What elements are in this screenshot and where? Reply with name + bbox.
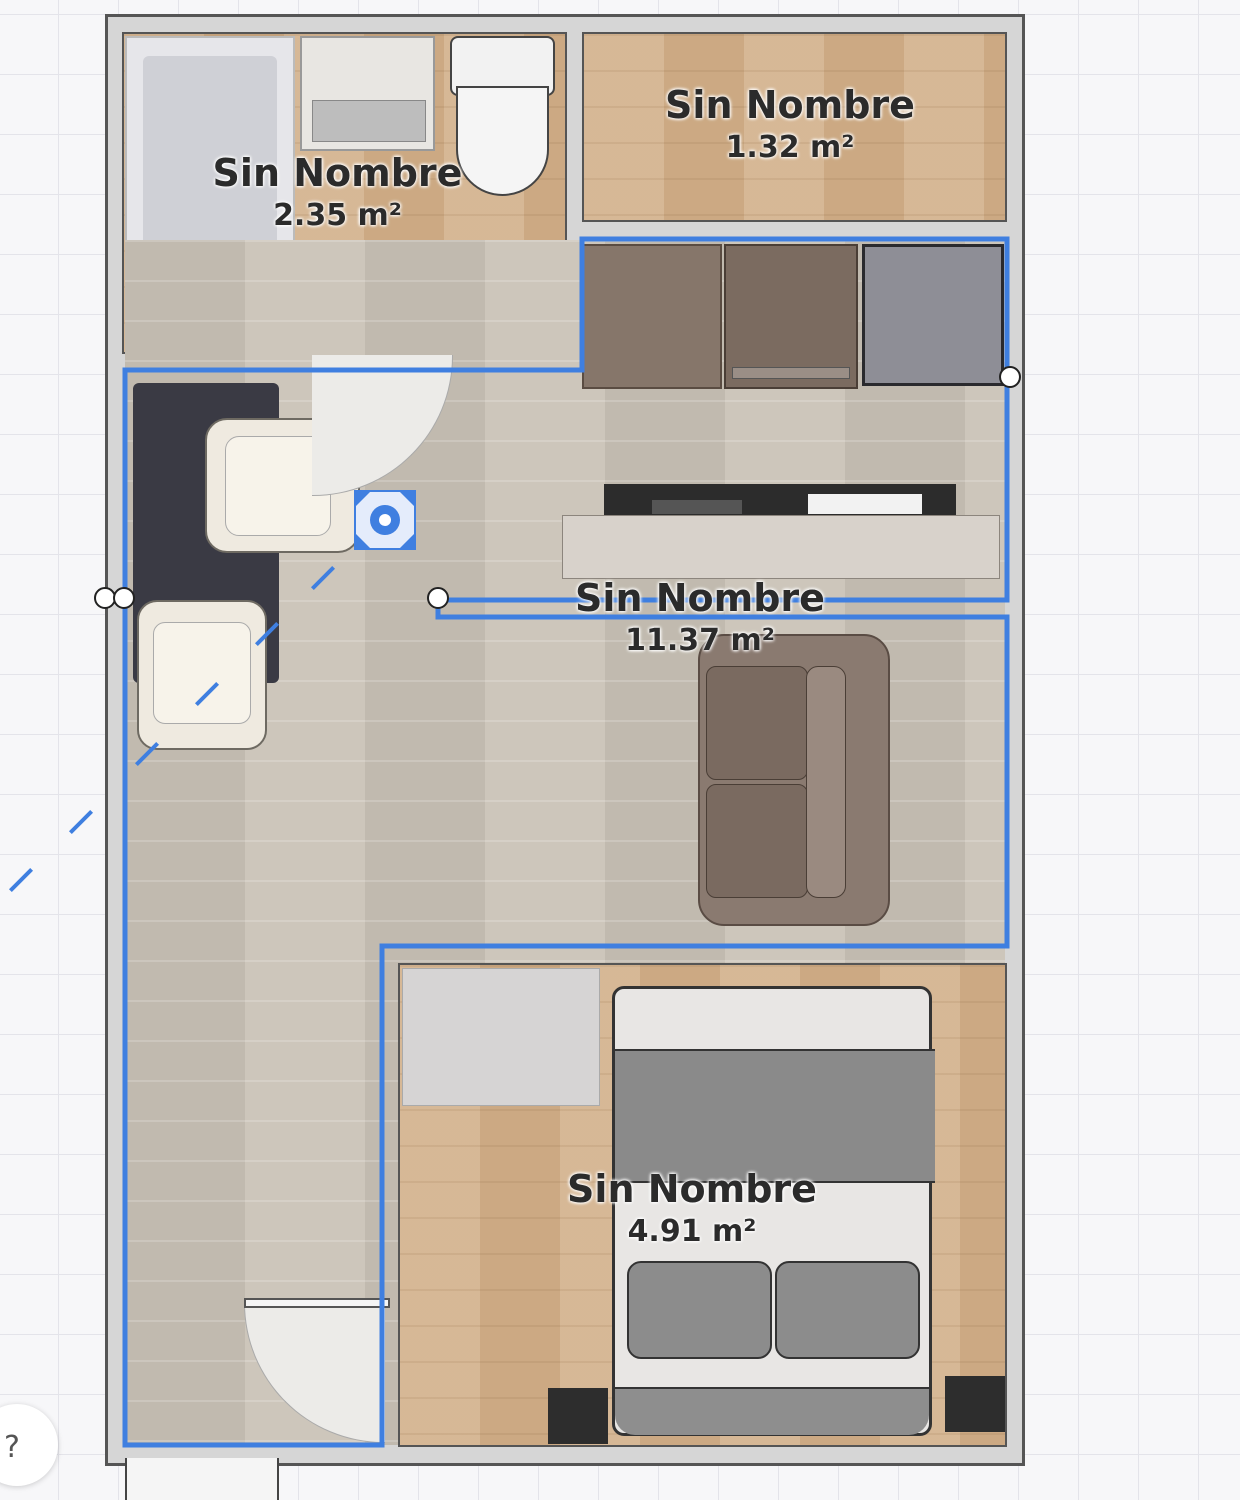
help-icon: ? [4, 1430, 20, 1465]
room-name: Sin Nombre [567, 1167, 817, 1211]
selection-path [122, 236, 1010, 1448]
vertex-handle[interactable] [113, 587, 135, 609]
room-label-bedroom: Sin Nombre 4.91 m² [542, 1166, 842, 1252]
room-name: Sin Nombre [575, 576, 825, 620]
room-area: 4.91 m² [627, 1214, 757, 1249]
room-label-living: Sin Nombre 11.37 m² [550, 575, 850, 661]
selection-outline[interactable] [0, 0, 1240, 1500]
vertex-handle[interactable] [427, 587, 449, 609]
room-area: 11.37 m² [625, 623, 775, 658]
vertex-handle[interactable] [999, 366, 1021, 388]
move-handle-icon[interactable] [354, 490, 416, 550]
